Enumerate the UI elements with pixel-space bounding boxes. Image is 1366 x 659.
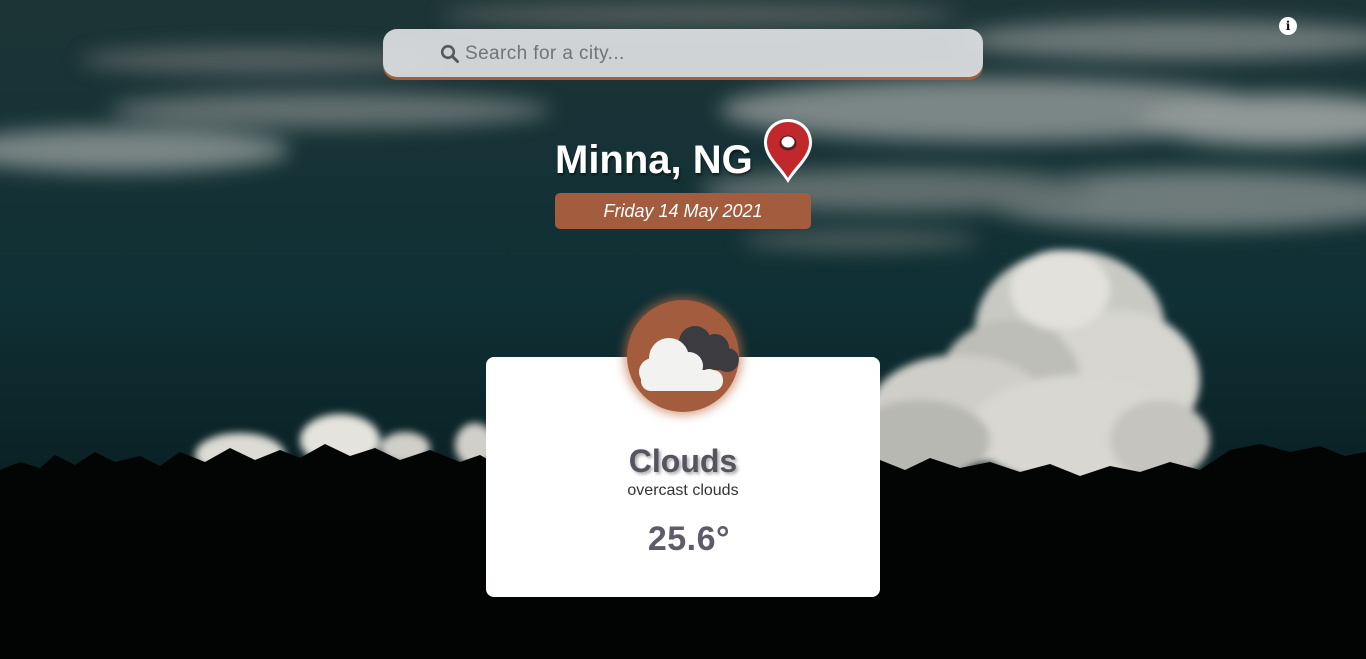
search-icon <box>440 44 459 63</box>
temperature: 25.6° <box>647 520 731 558</box>
clouds-icon-graphic <box>639 326 739 391</box>
search-input[interactable] <box>463 39 967 69</box>
weather-condition: Clouds <box>628 443 738 479</box>
location-header: Minna, NG <box>0 116 1366 190</box>
weather-description: overcast clouds <box>627 482 739 499</box>
search-bar[interactable] <box>383 29 983 77</box>
date-badge: Friday 14 May 2021 <box>555 193 811 229</box>
city-name: Minna, NG <box>555 138 753 182</box>
info-icon: i <box>1285 19 1291 33</box>
map-pin-icon <box>764 119 812 183</box>
info-button[interactable]: i <box>1279 17 1297 35</box>
weather-app: i Minna, NG Friday 14 May 2021 Clouds ov… <box>0 0 1366 659</box>
clouds-icon <box>627 300 739 412</box>
